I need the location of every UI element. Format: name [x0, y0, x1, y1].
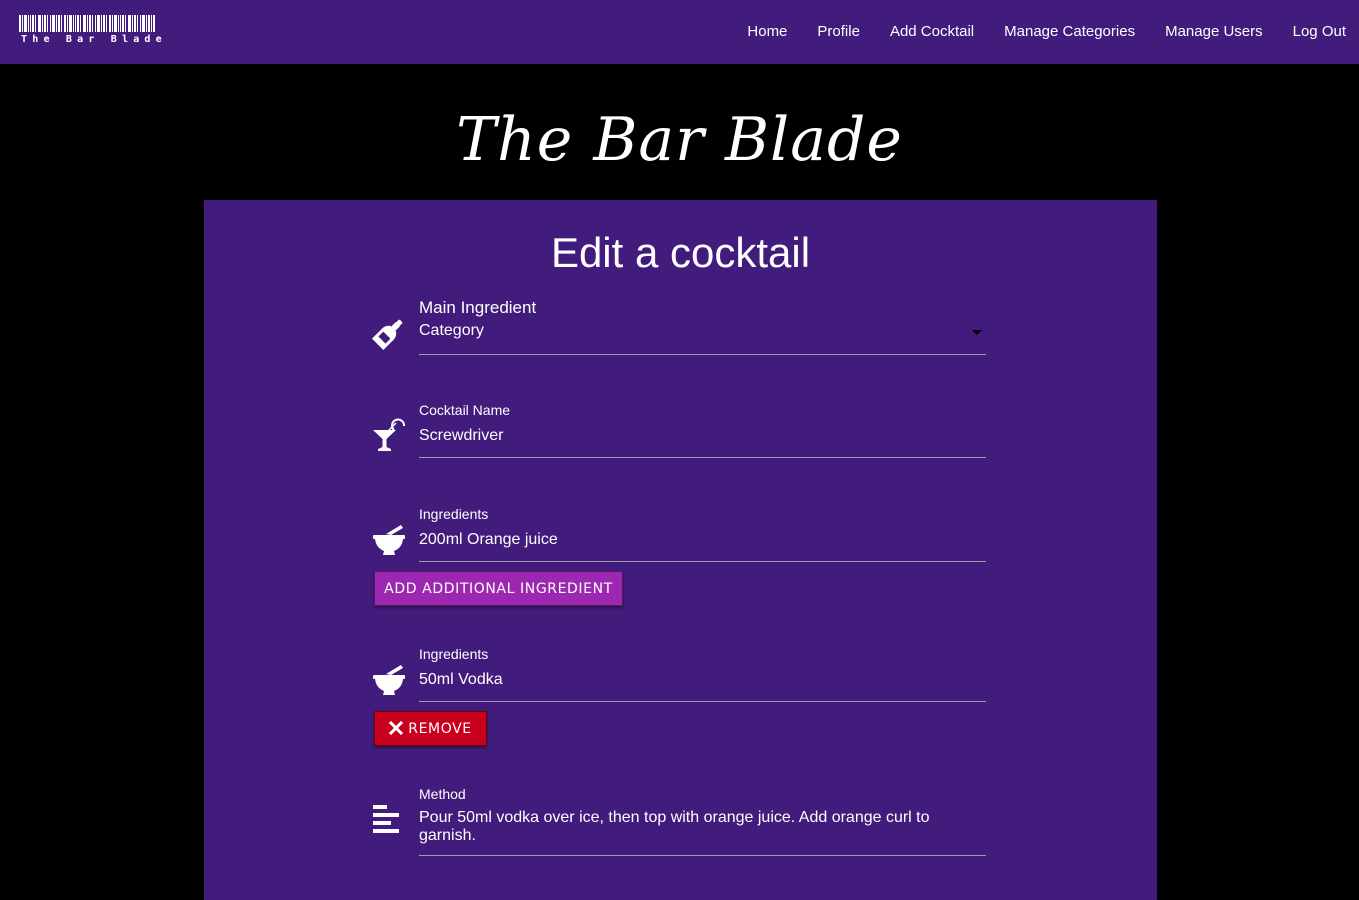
- method-underline: [419, 855, 986, 856]
- edit-cocktail-panel: Edit a cocktail Main Ingredient Category: [204, 200, 1157, 900]
- ingredient-field-2: Ingredients: [372, 646, 987, 706]
- align-left-icon: [373, 805, 399, 833]
- add-ingredient-button[interactable]: ADD ADDITIONAL INGREDIENT: [374, 571, 623, 606]
- mortar-pestle-icon: [373, 665, 405, 695]
- cocktail-name-underline: [419, 457, 986, 458]
- barcode-icon: [19, 15, 155, 32]
- nav-logout-link[interactable]: Log Out: [1278, 0, 1346, 64]
- nav-profile-link[interactable]: Profile: [802, 0, 875, 64]
- main-ingredient-select[interactable]: Category: [419, 322, 986, 340]
- cocktail-name-input[interactable]: [419, 427, 986, 445]
- method-field: Method Pour 50ml vodka over ice, then to…: [372, 786, 987, 858]
- ingredient-label-1: Ingredients: [419, 506, 489, 522]
- ingredient-underline-2: [419, 701, 986, 702]
- ingredient-label-2: Ingredients: [419, 646, 489, 662]
- remove-button-label: REMOVE: [408, 720, 472, 737]
- cocktail-name-field: Cocktail Name: [372, 402, 987, 462]
- form-title: Edit a cocktail: [550, 229, 811, 276]
- ingredient-input-1[interactable]: [419, 531, 986, 549]
- brand-logo-text: The Bar Blade: [21, 34, 167, 45]
- cocktail-glass-icon: [373, 418, 405, 451]
- cocktail-name-label: Cocktail Name: [419, 402, 511, 418]
- brand-logo[interactable]: The Bar Blade: [19, 15, 162, 47]
- add-ingredient-button-label: ADD ADDITIONAL INGREDIENT: [384, 580, 613, 597]
- main-ingredient-field: Main Ingredient Category: [372, 298, 987, 358]
- method-textarea[interactable]: Pour 50ml vodka over ice, then top with …: [419, 809, 986, 847]
- nav-manage-categories-link[interactable]: Manage Categories: [989, 0, 1150, 64]
- mortar-pestle-icon: [373, 525, 405, 555]
- ingredient-input-2[interactable]: [419, 671, 986, 689]
- main-ingredient-underline: [419, 354, 986, 355]
- nav-home-link[interactable]: Home: [732, 0, 802, 64]
- close-icon: [389, 720, 404, 735]
- method-label: Method: [419, 786, 466, 802]
- remove-ingredient-button[interactable]: REMOVE: [374, 711, 487, 746]
- nav-add-cocktail-link[interactable]: Add Cocktail: [875, 0, 989, 64]
- ingredient-underline-1: [419, 561, 986, 562]
- chevron-down-icon[interactable]: [972, 330, 982, 335]
- ingredient-field-1: Ingredients: [372, 506, 987, 566]
- nav-manage-users-link[interactable]: Manage Users: [1150, 0, 1278, 64]
- main-ingredient-label: Main Ingredient: [419, 298, 537, 317]
- site-title: The Bar Blade: [456, 105, 903, 175]
- navbar: The Bar Blade Home Profile Add Cocktail …: [0, 0, 1359, 64]
- nav-menu: Home Profile Add Cocktail Manage Categor…: [732, 0, 1346, 64]
- wine-bottle-icon: [372, 319, 403, 350]
